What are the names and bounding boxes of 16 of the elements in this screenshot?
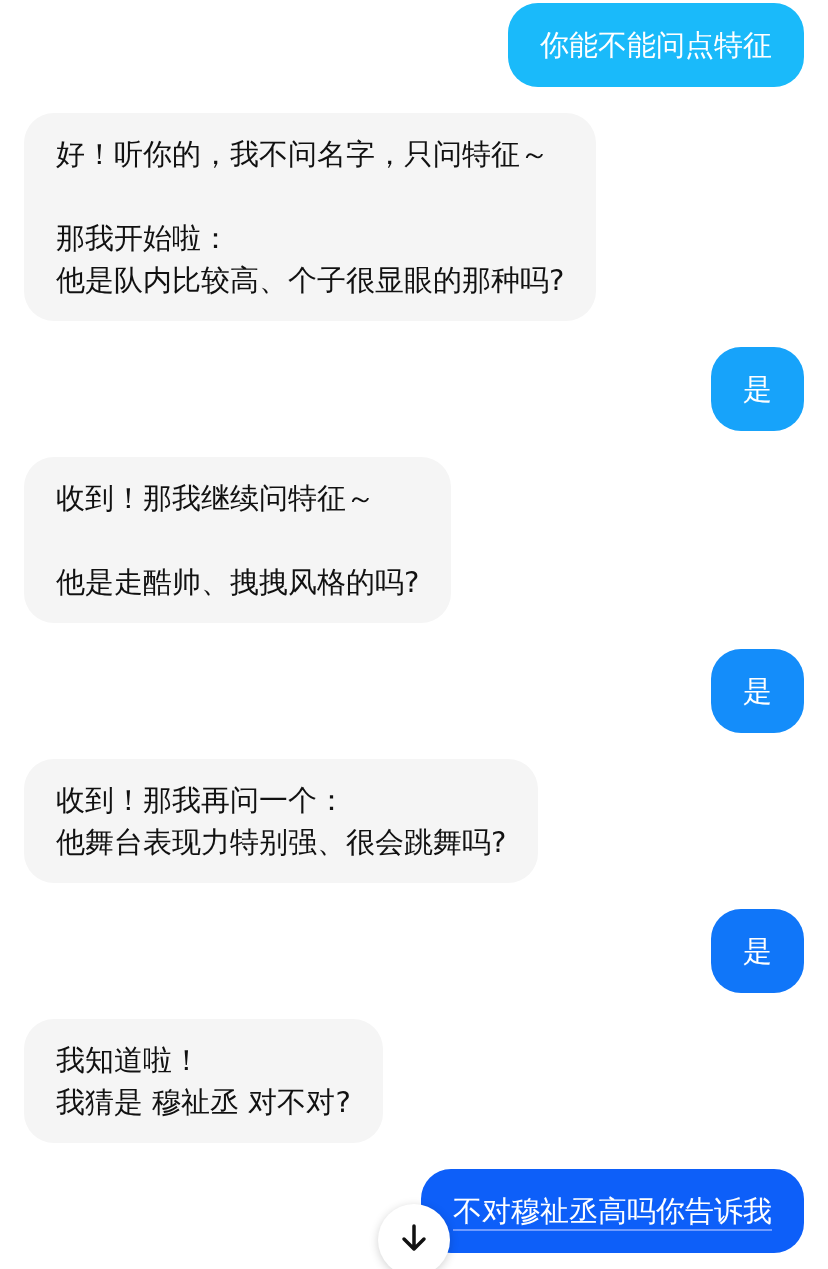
message-text-line: 我知道啦！ [56, 1042, 202, 1079]
message-text-line: 好！听你的，我不问名字，只问特征～ [56, 136, 550, 173]
user-message-bubble: 是 [711, 649, 804, 733]
user-message-bubble: 是 [711, 347, 804, 431]
message-text-line: 他是走酷帅、拽拽风格的吗? [56, 564, 420, 601]
message-text-line: 我猜是 穆祉丞 对不对? [56, 1084, 351, 1121]
down-arrow-icon [401, 1224, 427, 1252]
scroll-down-button[interactable] [378, 1204, 450, 1269]
message-text-line: 那我开始啦： [56, 220, 231, 257]
user-message-bubble: 不对穆祉丞高吗你告诉我 [421, 1169, 804, 1253]
user-message-bubble: 是 [711, 909, 804, 993]
message-text-line: 收到！那我继续问特征～ [56, 480, 376, 517]
message-text-line: 他是队内比较高、个子很显眼的那种吗? [56, 262, 565, 299]
message-text-line: 他舞台表现力特别强、很会跳舞吗? [56, 824, 507, 861]
message-text-line: 收到！那我再问一个： [56, 782, 347, 819]
user-message-bubble: 你能不能问点特征 [508, 3, 804, 87]
